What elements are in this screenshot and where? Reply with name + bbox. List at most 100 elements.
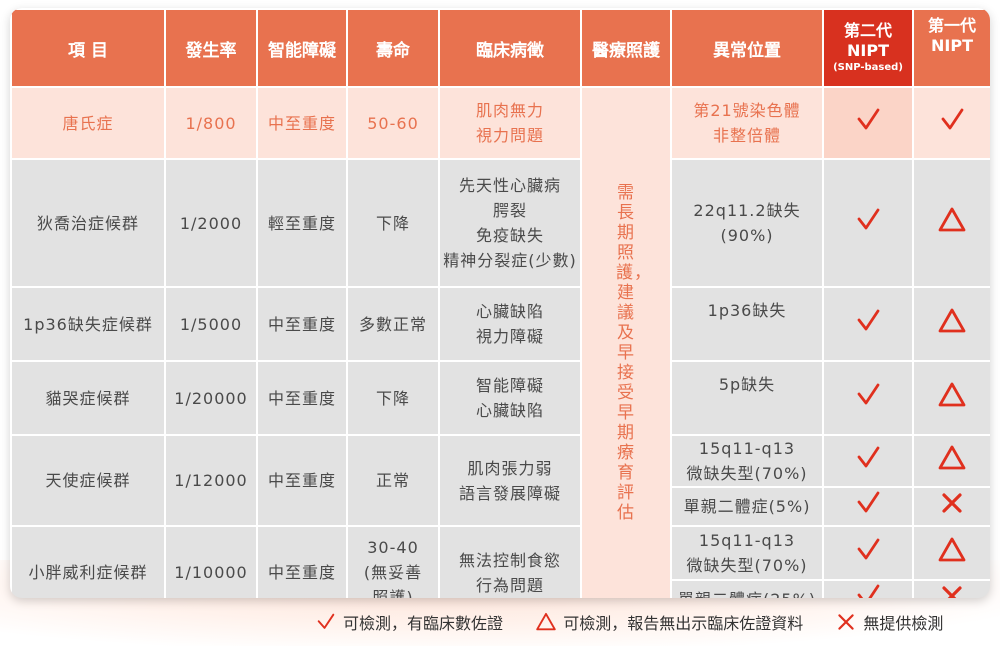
legend-check-icon bbox=[315, 611, 337, 633]
lifespan-cell: 30-40 (無妥善 照護) bbox=[346, 525, 440, 598]
intellectual-cell: 輕至重度 bbox=[256, 158, 348, 288]
triangle-icon bbox=[937, 306, 967, 336]
symptoms-cell-line: 腭裂 bbox=[492, 201, 527, 220]
item-cell: 天使症候群 bbox=[10, 434, 166, 527]
location-cell-line: 微缺失型(70%) bbox=[686, 464, 808, 483]
gen1-mark-cell bbox=[912, 86, 990, 160]
lifespan-cell: 正常 bbox=[346, 434, 440, 527]
symptoms-cell-line: 心臟缺陷 bbox=[475, 302, 544, 321]
gen2-mark-cell bbox=[822, 286, 914, 362]
triangle-icon bbox=[937, 443, 967, 473]
lifespan-cell-line: 照護) bbox=[372, 588, 414, 598]
gen2-mark-cell bbox=[822, 360, 914, 436]
gen2-mark-cell bbox=[822, 525, 914, 581]
symptoms-cell: 肌肉張力弱語言發展障礙 bbox=[438, 434, 582, 527]
check-icon bbox=[853, 105, 883, 135]
symptoms-cell-line: 肌肉張力弱 bbox=[467, 458, 553, 478]
lifespan-cell: 50-60 bbox=[346, 86, 440, 160]
location-cell-line: 第21號染色體 bbox=[693, 101, 801, 120]
incidence-cell: 1/5000 bbox=[164, 286, 258, 362]
table-row: 天使症候群 1/12000 中至重度 正常 肌肉張力弱 語言發展障礙 15q11-q13 微缺… bbox=[10, 434, 990, 527]
location-cell-line: 15q11-q13 bbox=[698, 531, 796, 550]
header-incidence: 發生率 bbox=[164, 8, 258, 88]
gen1-mark-cell bbox=[912, 434, 990, 488]
legend-triangle-icon bbox=[535, 611, 557, 633]
gen2-mark-cell bbox=[822, 579, 914, 598]
check-icon bbox=[937, 105, 967, 135]
symptoms-cell-line: 視力障礙 bbox=[475, 327, 544, 346]
gen1-mark-cell bbox=[912, 486, 990, 527]
table-row: 1p36缺失症候群 1/5000 中至重度 多數正常 心臟缺陷 視力障礙 1p36缺失 bbox=[10, 286, 990, 362]
triangle-icon bbox=[937, 380, 967, 410]
location-cell: 單親二體症(5%) bbox=[670, 486, 824, 527]
symptoms-cell: 智能障礙 心臟缺陷 bbox=[438, 360, 582, 436]
symptoms-cell: 先天性心臟病 腭裂 免疫缺失 精神分裂症(少數) bbox=[438, 158, 582, 288]
gen1-mark-cell bbox=[912, 525, 990, 581]
symptoms-cell-line: 肌肉無力 bbox=[475, 101, 544, 120]
gen2-mark-cell bbox=[822, 486, 914, 527]
location-cell: 22q11.2缺失 (90%) bbox=[670, 158, 824, 288]
lifespan-cell: 下降 bbox=[346, 360, 440, 436]
header-abnormal-location: 異常位置 bbox=[670, 8, 824, 88]
gen2-mark-cell bbox=[822, 86, 914, 160]
header-item: 項 目 bbox=[10, 8, 166, 88]
intellectual-cell: 中至重度 bbox=[256, 360, 348, 436]
symptoms-cell-line: 語言發展障礙 bbox=[458, 483, 561, 503]
table-row: 貓哭症候群 1/20000 中至重度 下降 智能障礙 心臟缺陷 5p缺失 bbox=[10, 360, 990, 436]
incidence-cell: 1/12000 bbox=[164, 434, 258, 527]
item-cell: 貓哭症候群 bbox=[10, 360, 166, 436]
check-icon bbox=[853, 488, 883, 518]
legend: 可檢測，有臨床數佐證 可檢測，報告無出示臨床佐證資料 無提供檢測 bbox=[315, 610, 943, 634]
location-cell-line: 非整倍體 bbox=[712, 126, 781, 145]
location-cell: 15q11-q13 微缺失型(70%) bbox=[670, 525, 824, 581]
location-cell-line: (90%) bbox=[720, 226, 774, 245]
symptoms-cell-line: 先天性心臟病 bbox=[458, 176, 561, 195]
gen1-mark-cell bbox=[912, 360, 990, 436]
symptoms-cell-line: 視力問題 bbox=[475, 126, 544, 145]
triangle-icon bbox=[937, 535, 967, 565]
location-cell-line: 5p缺失 bbox=[718, 375, 776, 394]
care-text: 需長期照護，建議及早接受早期療育評估 bbox=[616, 183, 652, 523]
legend-triangle-text: 可檢測，報告無出示臨床佐證資料 bbox=[563, 614, 804, 633]
cross-icon bbox=[937, 581, 967, 598]
location-cell: 單親二體症(25%) bbox=[670, 579, 824, 598]
symptoms-cell-line: 心臟缺陷 bbox=[475, 401, 544, 420]
header-gen1-line1: 第一代 bbox=[927, 16, 976, 35]
item-cell: 狄喬治症候群 bbox=[10, 158, 166, 288]
intellectual-cell: 中至重度 bbox=[256, 525, 348, 598]
intellectual-cell: 中至重度 bbox=[256, 434, 348, 527]
location-cell-line: 1p36缺失 bbox=[707, 301, 787, 320]
incidence-cell: 1/800 bbox=[164, 86, 258, 160]
check-icon bbox=[853, 380, 883, 410]
symptoms-cell-line: 精神分裂症(少數) bbox=[443, 251, 577, 270]
symptoms-cell: 心臟缺陷 視力障礙 bbox=[438, 286, 582, 362]
lifespan-cell-line: 30-40 bbox=[367, 538, 419, 557]
symptoms-cell: 肌肉無力 視力問題 bbox=[438, 86, 582, 160]
check-icon bbox=[853, 443, 883, 473]
legend-check-text: 可檢測，有臨床數佐證 bbox=[343, 614, 504, 633]
table-row: 小胖威利症候群 1/10000 中至重度 30-40 (無妥善 照護) 無法控制食慾 行為問題… bbox=[10, 525, 990, 598]
table-row: 唐氏症 1/800 中至重度 50-60 肌肉無力 視力問題 需長期照護，建議及早接受早期療… bbox=[10, 86, 990, 598]
header-gen2-line1: 第二代 bbox=[843, 21, 892, 40]
location-cell-line: 單親二體症(5%) bbox=[683, 497, 811, 516]
lifespan-cell: 多數正常 bbox=[346, 286, 440, 362]
header-intellectual: 智能障礙 bbox=[256, 8, 348, 88]
lifespan-cell: 下降 bbox=[346, 158, 440, 288]
incidence-cell: 1/10000 bbox=[164, 525, 258, 598]
location-cell-line: 微缺失型(70%) bbox=[686, 556, 808, 575]
table-row: 狄喬治症候群 1/2000 輕至重度 下降 先天性心臟病 腭裂 免疫缺失 精神分裂症(少數) 2… bbox=[10, 158, 990, 288]
location-cell: 15q11-q13 微缺失型(70%) bbox=[670, 434, 824, 488]
location-cell: 第21號染色體 非整倍體 bbox=[670, 86, 824, 160]
gen1-mark-cell bbox=[912, 579, 990, 598]
item-cell: 1p36缺失症候群 bbox=[10, 286, 166, 362]
gen1-mark-cell bbox=[912, 286, 990, 362]
comparison-table-frame: 項 目 發生率 智能障礙 壽命 臨床病徵 醫療照護 異常位置 第二代 NIPT … bbox=[10, 8, 990, 598]
symptoms-cell-line: 智能障礙 bbox=[475, 376, 544, 395]
location-cell-line: 22q11.2缺失 bbox=[693, 201, 801, 220]
comparison-table: 項 目 發生率 智能障礙 壽命 臨床病徵 醫療照護 異常位置 第二代 NIPT … bbox=[10, 8, 990, 598]
intellectual-cell: 中至重度 bbox=[256, 86, 348, 160]
check-icon bbox=[853, 306, 883, 336]
gen2-mark-cell bbox=[822, 434, 914, 488]
header-gen1-nipt: 第一代 NIPT bbox=[912, 8, 990, 88]
intellectual-cell: 中至重度 bbox=[256, 286, 348, 362]
